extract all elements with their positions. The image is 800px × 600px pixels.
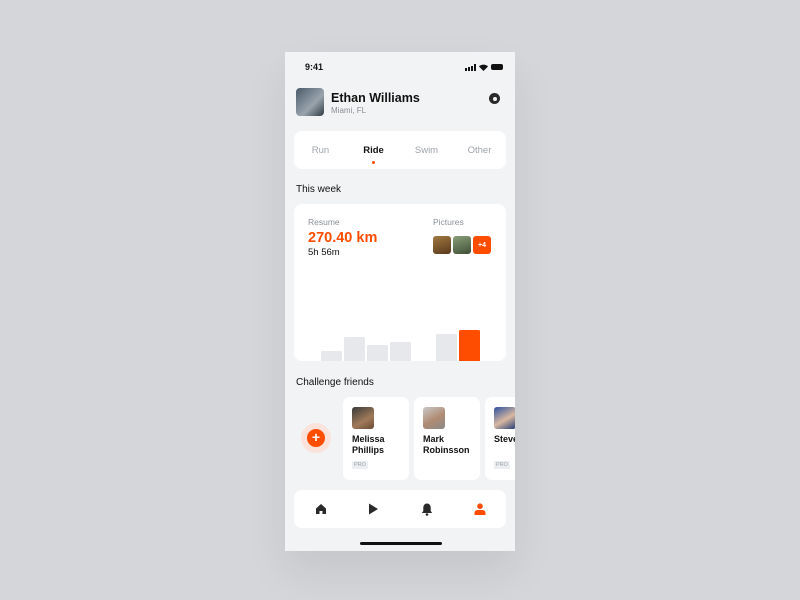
bar-5[interactable]: [436, 334, 457, 361]
friend-card[interactable]: Steve Camp PRO: [485, 397, 515, 480]
bottom-nav: [294, 490, 506, 528]
home-indicator: [360, 542, 442, 545]
weekly-summary-card: Resume 270.40 km 5h 56m Pictures +4 MTXT…: [294, 204, 506, 361]
section-title-challenge-friends: Challenge friends: [296, 377, 374, 388]
pro-badge: PRO: [494, 461, 510, 469]
profile-header: Ethan Williams Miami, FL: [296, 88, 504, 118]
tab-run[interactable]: Run: [296, 145, 346, 156]
bar-6[interactable]: [459, 330, 480, 361]
nav-home[interactable]: [301, 499, 341, 519]
nav-play[interactable]: [354, 499, 394, 519]
avatar[interactable]: [296, 88, 324, 116]
activity-tabs: Run Ride Swim Other: [294, 131, 506, 169]
bar-2[interactable]: [367, 345, 388, 361]
friend-card[interactable]: Melissa Phillips PRO: [343, 397, 409, 480]
profile-location: Miami, FL: [331, 106, 367, 115]
wifi-icon: [479, 64, 488, 71]
bar-3[interactable]: [390, 342, 411, 361]
section-title-this-week: This week: [296, 184, 342, 195]
status-bar: 9:41: [305, 61, 503, 73]
friend-card[interactable]: Mark Robinsson: [414, 397, 480, 480]
battery-icon: [491, 64, 503, 70]
bar-1[interactable]: [344, 337, 365, 361]
add-friend-button[interactable]: +: [301, 423, 331, 453]
phone-screen: 9:41 Ethan Williams Miami, FL Run Ride S…: [285, 52, 515, 551]
bell-icon: [421, 503, 432, 516]
status-icons: [465, 63, 503, 71]
friends-carousel: + Melissa Phillips PRO Mark Robinsson St…: [285, 397, 515, 480]
weekly-bar-chart: MTXTFSS: [321, 330, 480, 361]
friend-avatar: [352, 407, 374, 429]
status-time: 9:41: [305, 62, 324, 72]
friend-avatar: [494, 407, 515, 429]
pro-badge: PRO: [352, 461, 368, 469]
tab-swim[interactable]: Swim: [402, 145, 452, 156]
home-icon: [315, 504, 326, 514]
profile-icon: [474, 503, 485, 515]
bar-0[interactable]: [321, 351, 342, 361]
nav-profile[interactable]: [460, 499, 500, 519]
play-icon: [369, 503, 378, 515]
tab-other[interactable]: Other: [455, 145, 505, 156]
friend-avatar: [423, 407, 445, 429]
tab-ride[interactable]: Ride: [349, 145, 399, 164]
settings-icon[interactable]: [489, 93, 500, 104]
profile-name: Ethan Williams: [331, 91, 420, 105]
friend-name: Mark Robinsson: [423, 434, 470, 455]
plus-icon: +: [307, 429, 325, 447]
friend-name: Melissa Phillips: [352, 434, 385, 455]
friend-name: Steve Camp: [494, 434, 515, 444]
signal-icon: [465, 63, 476, 71]
nav-notifications[interactable]: [407, 499, 447, 519]
